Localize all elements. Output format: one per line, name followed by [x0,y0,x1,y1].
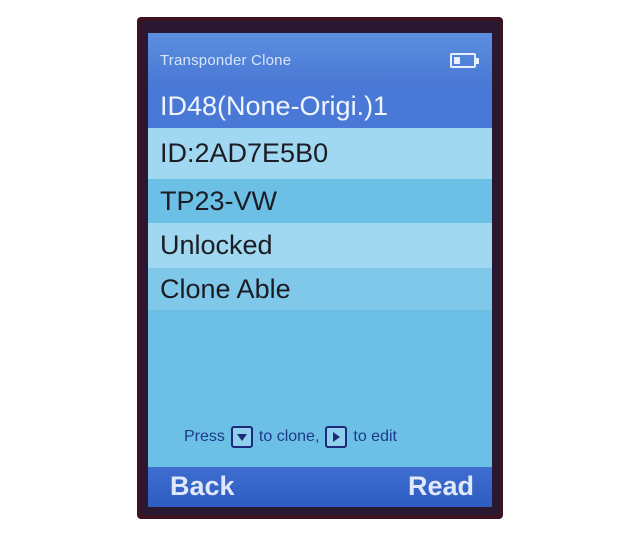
menu-item-tp23[interactable]: TP23-VW [148,179,492,223]
read-softkey[interactable]: Read [408,471,474,502]
key-hint: Press to clone, to edit [184,426,397,448]
menu-item-label: TP23-VW [160,185,278,216]
device-screen: Transponder Clone ID48(None-Origi.)1 ID:… [148,33,492,507]
title-bar: Transponder Clone [148,33,492,84]
battery-level [454,57,460,64]
hint-clone-text: to clone, [258,428,320,445]
menu-item-id48[interactable]: ID48(None-Origi.)1 [148,84,492,128]
menu-item-label: ID:2AD7E5B0 [160,138,329,168]
menu-item-unlocked[interactable]: Unlocked [148,223,492,268]
menu-item-label: ID48(None-Origi.)1 [160,90,389,121]
battery-icon [450,53,479,68]
down-arrow-key-icon [230,426,253,448]
softkey-bar: Back Read [148,467,492,507]
menu-item-clone-able[interactable]: Clone Able [148,268,492,310]
back-softkey[interactable]: Back [170,471,235,502]
hint-press-text: Press [184,428,225,445]
hint-edit-text: to edit [353,428,397,445]
screen-title: Transponder Clone [160,52,292,69]
menu-item-id-code[interactable]: ID:2AD7E5B0 [148,128,492,179]
menu-item-label: Clone Able [160,273,291,304]
right-arrow-key-icon [325,426,348,448]
menu-item-label: Unlocked [160,230,273,260]
